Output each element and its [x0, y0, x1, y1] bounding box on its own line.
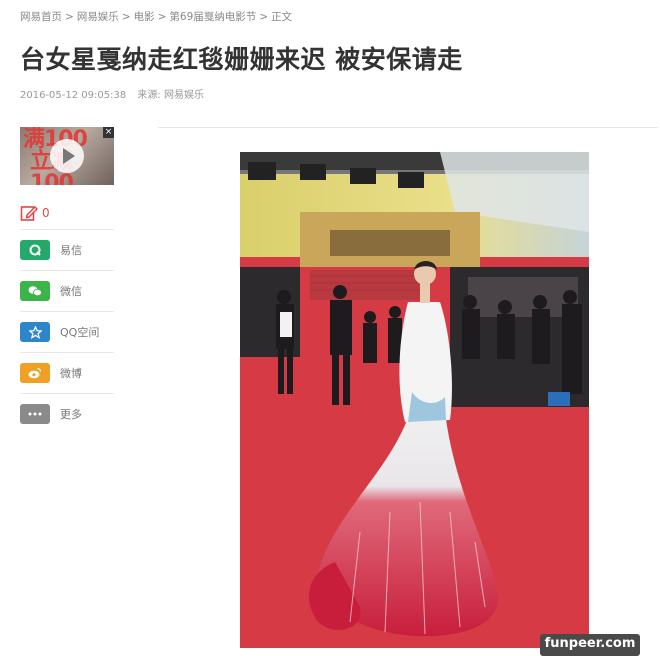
- ad-thumbnail[interactable]: 满100 立减100 ×: [20, 127, 114, 185]
- watermark: funpeer.com: [540, 634, 640, 656]
- share-label: 微博: [60, 367, 82, 380]
- play-icon[interactable]: [50, 139, 84, 173]
- share-label: 更多: [60, 408, 82, 421]
- breadcrumb: 网易首页 > 网易娱乐 > 电影 > 第69届戛纳电影节 > 正文: [20, 9, 292, 24]
- comment-count: 0: [42, 206, 50, 220]
- yixin-icon: [20, 240, 50, 260]
- share-qzone[interactable]: QQ空间: [20, 311, 114, 352]
- share-label: QQ空间: [60, 326, 100, 339]
- share-more[interactable]: 更多: [20, 393, 114, 434]
- share-label: 微信: [60, 285, 82, 298]
- more-icon: [20, 404, 50, 424]
- breadcrumb-separator: >: [121, 11, 131, 23]
- share-weibo[interactable]: 微博: [20, 352, 114, 393]
- share-label: 易信: [60, 244, 82, 257]
- content-divider: [158, 127, 658, 128]
- article-meta: 2016-05-12 09:05:38 来源: 网易娱乐: [20, 86, 204, 101]
- edit-icon: [20, 205, 38, 221]
- share-list: 易信 微信 QQ空间 微博 更多: [20, 229, 114, 434]
- article-photo: [240, 152, 589, 648]
- article-title: 台女星戛纳走红毯姗姗来迟 被安保请走: [20, 45, 463, 74]
- share-yixin[interactable]: 易信: [20, 229, 114, 270]
- breadcrumb-home[interactable]: 网易首页: [20, 11, 62, 23]
- breadcrumb-separator: >: [65, 11, 74, 23]
- breadcrumb-separator: >: [259, 11, 269, 23]
- comment-link[interactable]: 0: [20, 200, 114, 226]
- wechat-icon: [20, 281, 50, 301]
- article-source[interactable]: 来源: 网易娱乐: [137, 90, 204, 101]
- weibo-icon: [20, 363, 50, 383]
- share-wechat[interactable]: 微信: [20, 270, 114, 311]
- qzone-icon: [20, 322, 50, 342]
- breadcrumb-entertainment[interactable]: 网易娱乐: [77, 11, 119, 23]
- breadcrumb-movie[interactable]: 电影: [134, 11, 155, 23]
- breadcrumb-current: 正文: [271, 11, 293, 23]
- close-icon[interactable]: ×: [103, 127, 114, 138]
- breadcrumb-cannes[interactable]: 第69届戛纳电影节: [169, 11, 256, 23]
- article-date: 2016-05-12 09:05:38: [20, 90, 127, 101]
- breadcrumb-separator: >: [157, 11, 167, 23]
